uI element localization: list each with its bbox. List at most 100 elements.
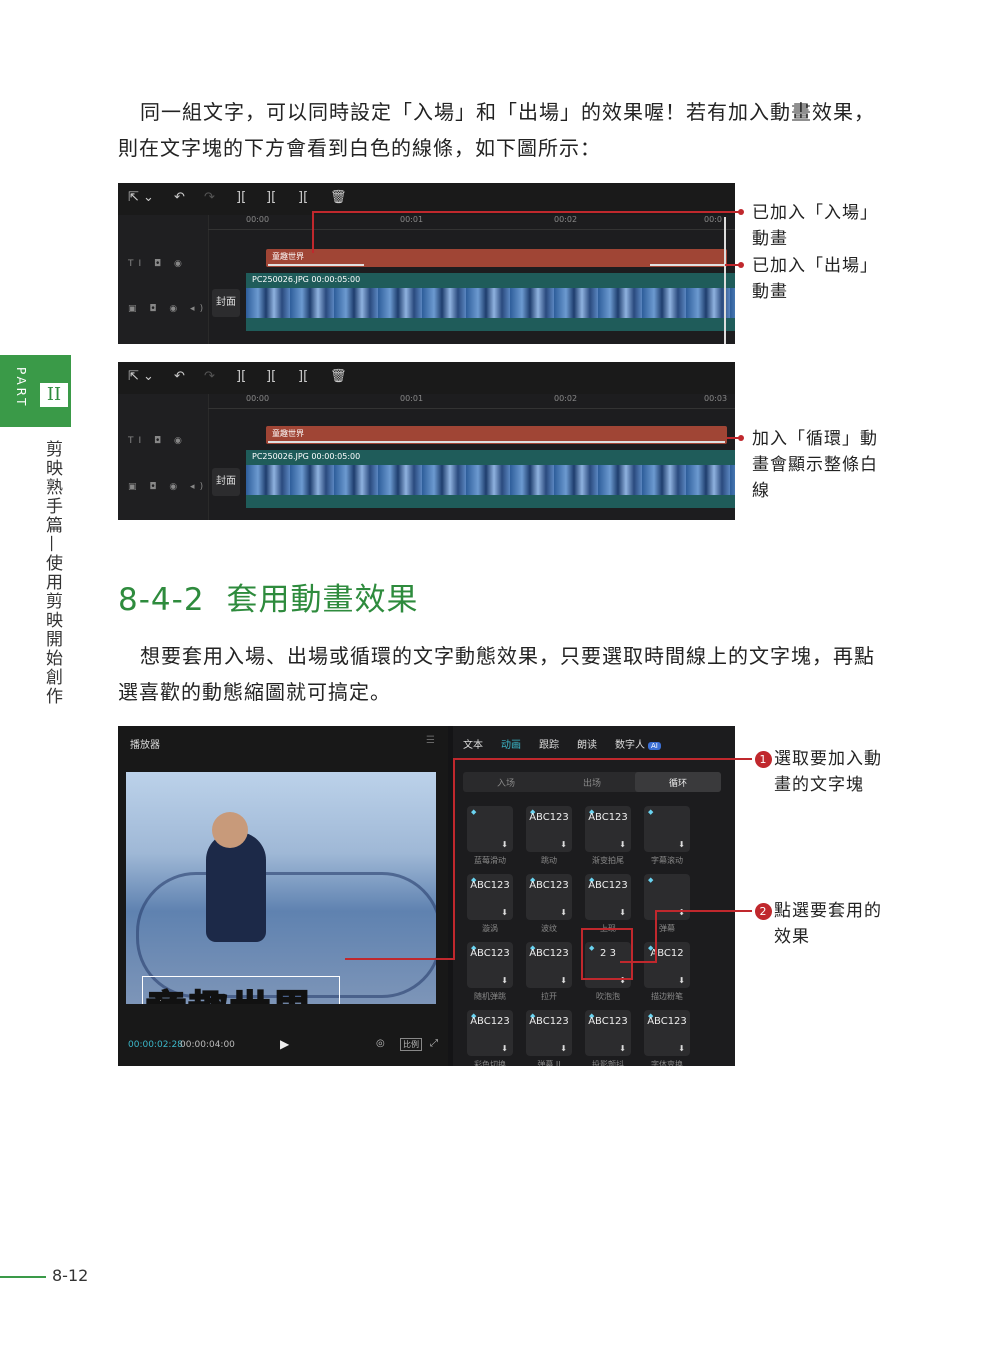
download-icon[interactable]: ⬇ xyxy=(560,976,567,985)
effect-thumbnail[interactable]: ◆ ⬇ xyxy=(644,806,690,852)
download-icon[interactable]: ⬇ xyxy=(560,840,567,849)
tick-label: 00:01 xyxy=(400,215,424,224)
video-clip: PC250026.JPG 00:00:05:00 xyxy=(246,450,735,508)
callout-2-line-2: 效果 xyxy=(774,927,810,947)
split-icon: ][ xyxy=(236,369,247,384)
effect-thumbnail[interactable]: ◆ ABC12 ⬇ xyxy=(644,942,690,988)
effect-caption: 彩色切换 xyxy=(474,1060,506,1066)
effect-thumbnail-text: ABC123 xyxy=(529,880,569,891)
download-icon[interactable]: ⬇ xyxy=(501,976,508,985)
text-track-icons: TI ◘ ◉ xyxy=(128,436,187,446)
cover-button: 封面 xyxy=(212,289,240,317)
effect-caption: 拉开 xyxy=(541,992,557,1001)
download-icon[interactable]: ⬇ xyxy=(619,840,626,849)
timeline-screenshot-2: ⇱ ⌄ ↶ ↷ ][ ][ ][ 🗑 00:00 00:01 00:02 00:… xyxy=(118,362,735,520)
tab-text: 文本 xyxy=(463,740,483,751)
undo-icon: ↶ xyxy=(174,369,185,384)
effect-thumbnail-text: ABC12 xyxy=(650,948,684,959)
undo-icon: ↶ xyxy=(174,190,185,205)
body-line-1: 想要套用入場、出場或循環的文字動態效果，只要選取時間線上的文字塊，再點 xyxy=(140,644,875,668)
child-shape xyxy=(206,832,266,942)
ai-badge: AI xyxy=(648,742,661,750)
tick-label: 00:02 xyxy=(554,215,578,224)
editor-screenshot: 播放器 ☰ 童趣世界 00:00:02:28 00:00:04:00 ▶ ◎ 比… xyxy=(118,726,735,1066)
tab-digital-human: 数字人 AI xyxy=(615,736,661,751)
download-icon[interactable]: ⬇ xyxy=(501,1044,508,1053)
callout-line-in xyxy=(312,211,742,213)
effect-thumbnail[interactable]: ◆ ABC123 ⬇ xyxy=(467,1010,513,1056)
callout-in-animation: 已加入「入場」 動畫 xyxy=(752,200,878,252)
video-filmstrip xyxy=(246,465,735,495)
split-left-icon: ][ xyxy=(266,190,277,205)
effect-thumbnail[interactable]: ◆ ABC123 ⬇ xyxy=(526,806,572,852)
effect-thumbnail-text: ABC123 xyxy=(588,812,628,823)
callout-in-line-1: 已加入「入場」 xyxy=(752,203,878,223)
redo-icon: ↷ xyxy=(204,190,215,205)
download-icon[interactable]: ⬇ xyxy=(619,908,626,917)
tab-animation: 动画 xyxy=(501,740,521,751)
effect-caption: 随机弹跳 xyxy=(474,992,506,1001)
callout-line-1-top xyxy=(453,758,752,760)
download-icon[interactable]: ⬇ xyxy=(501,908,508,917)
callout-line-1-bottom xyxy=(345,958,455,960)
effect-thumbnail[interactable]: ◆ ABC123 ⬇ xyxy=(526,942,572,988)
menu-icon: ☰ xyxy=(426,735,435,746)
effect-caption: 投影颤抖 xyxy=(592,1060,624,1066)
effect-caption: 漩涡 xyxy=(482,924,498,933)
callout-line-2-bottom xyxy=(620,961,656,963)
preview-subtitle: 童趣世界 xyxy=(145,978,314,1004)
effect-thumbnail[interactable]: ◆ ABC123 ⬇ xyxy=(467,942,513,988)
intro-paragraph: 同一組文字，可以同時設定「入場」和「出場」的效果喔！若有加入動畫效果， 則在文字… xyxy=(118,94,888,166)
selected-effect-highlight xyxy=(581,928,633,980)
split-left-icon: ][ xyxy=(266,369,277,384)
callout-out-line-1: 已加入「出場」 xyxy=(752,256,878,276)
segment-out: 出场 xyxy=(583,779,602,789)
download-icon[interactable]: ⬇ xyxy=(560,1044,567,1053)
tick-label: 00:00 xyxy=(246,215,270,224)
download-icon[interactable]: ⬇ xyxy=(560,908,567,917)
tab-tracking: 跟踪 xyxy=(539,740,559,751)
callout-1-line-2: 畫的文字塊 xyxy=(774,775,864,795)
effect-caption: 渐变拍尾 xyxy=(592,856,624,865)
cover-button: 封面 xyxy=(212,468,240,496)
tick-label: 00:0 xyxy=(704,215,722,224)
download-icon[interactable]: ⬇ xyxy=(678,976,685,985)
effect-thumbnail[interactable]: ◆ ABC123 ⬇ xyxy=(585,806,631,852)
effect-thumbnail[interactable]: ◆ ABC123 ⬇ xyxy=(467,874,513,920)
text-clip: 童趣世界 xyxy=(266,426,727,444)
tick-label: 00:02 xyxy=(554,394,578,403)
playhead xyxy=(724,217,726,344)
ratio-button: 比例 xyxy=(400,1038,422,1051)
effect-thumbnail[interactable]: ◆ ABC123 ⬇ xyxy=(585,1010,631,1056)
effect-thumbnail[interactable]: ◆ ABC123 ⬇ xyxy=(526,1010,572,1056)
effect-thumbnail[interactable]: ◆ ABC123 ⬇ xyxy=(585,874,631,920)
premium-gem-icon: ◆ xyxy=(471,808,477,816)
child-head-shape xyxy=(212,812,248,848)
split-right-icon: ][ xyxy=(298,369,309,384)
intro-line-1: 同一組文字，可以同時設定「入場」和「出場」的效果喔！若有加入動畫效果， xyxy=(140,100,875,124)
download-icon[interactable]: ⬇ xyxy=(501,840,508,849)
effect-thumbnail[interactable]: ◆ ⬇ xyxy=(467,806,513,852)
section-number: 8-4-2 xyxy=(118,582,205,618)
download-icon[interactable]: ⬇ xyxy=(678,840,685,849)
page-number-rule xyxy=(0,1276,46,1278)
body-paragraph: 想要套用入場、出場或循環的文字動態效果，只要選取時間線上的文字塊，再點 選喜歡的… xyxy=(118,638,888,710)
text-track-icons: TI ◘ ◉ xyxy=(128,259,187,269)
segment-loop: 循环 xyxy=(669,779,688,789)
select-tool-icon: ⇱ ⌄ xyxy=(128,369,154,384)
effect-thumbnail[interactable]: ◆ ABC123 ⬇ xyxy=(644,1010,690,1056)
effect-thumbnail[interactable]: ◆ ⬇ xyxy=(644,874,690,920)
callout-loop-animation: 加入「循環」動 畫會顯示整條白 線 xyxy=(752,426,878,504)
video-clip-label: PC250026.JPG 00:00:05:00 xyxy=(252,275,361,284)
effect-thumbnail[interactable]: ◆ ABC123 ⬇ xyxy=(526,874,572,920)
premium-gem-icon: ◆ xyxy=(648,808,654,816)
download-icon[interactable]: ⬇ xyxy=(619,1044,626,1053)
download-icon[interactable]: ⬇ xyxy=(678,1044,685,1053)
timeline-ruler: 00:00 00:01 00:02 00:03 xyxy=(208,394,735,409)
effect-thumbnail-text: ABC123 xyxy=(470,948,510,959)
premium-gem-icon: ◆ xyxy=(648,876,654,884)
effect-thumbnail-text: ABC123 xyxy=(647,1016,687,1027)
effect-caption: 蓝莓滑动 xyxy=(474,856,506,865)
body-line-2: 選喜歡的動態縮圖就可搞定。 xyxy=(118,680,391,704)
intro-line-2: 則在文字塊的下方會看到白色的線條，如下圖所示： xyxy=(118,136,601,160)
